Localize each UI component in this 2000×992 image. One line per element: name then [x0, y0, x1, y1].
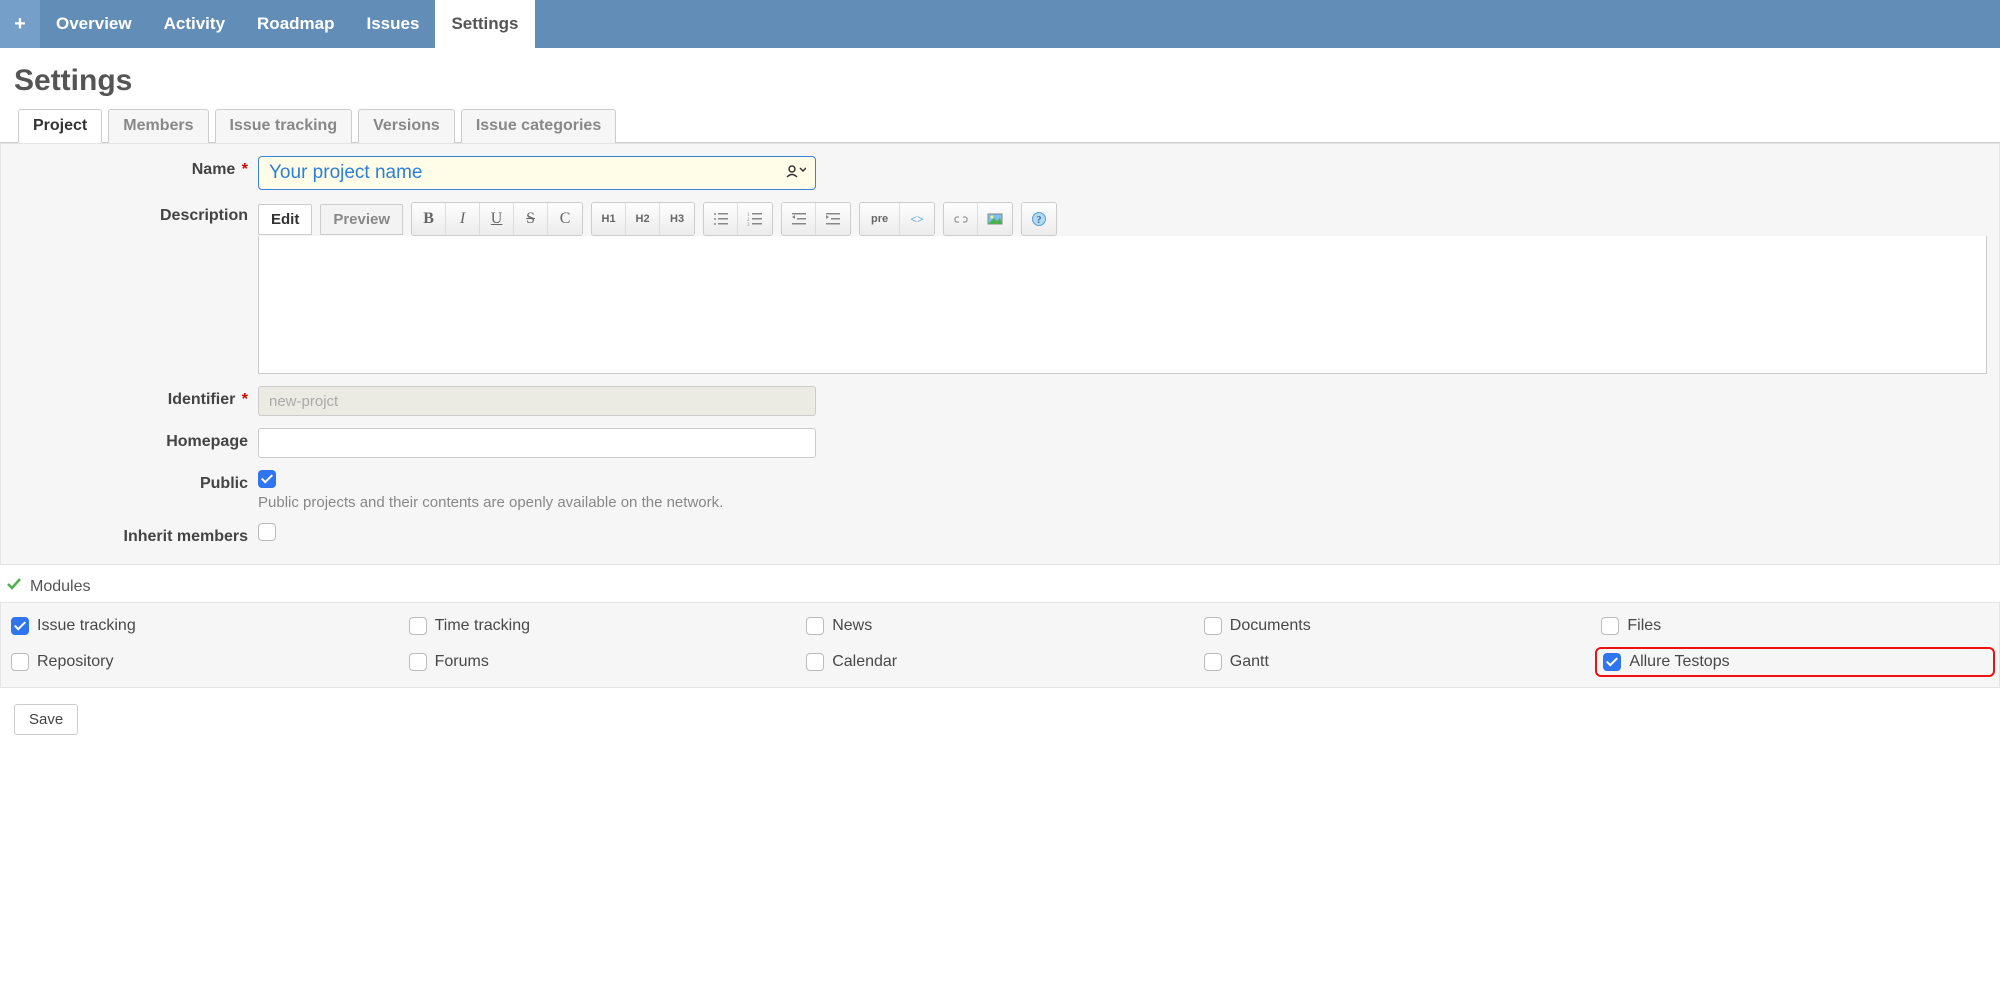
image-button[interactable] — [978, 203, 1012, 235]
module-repository-checkbox[interactable] — [11, 653, 29, 671]
module-repository[interactable]: Repository — [11, 651, 399, 673]
identifier-input[interactable] — [258, 386, 816, 416]
ul-button[interactable] — [704, 203, 738, 235]
module-time-tracking-checkbox[interactable] — [409, 617, 427, 635]
nav-settings[interactable]: Settings — [435, 0, 534, 48]
nav-activity[interactable]: Activity — [148, 0, 241, 48]
name-label: Name * — [13, 156, 258, 179]
module-issue-tracking[interactable]: Issue tracking — [11, 617, 399, 635]
public-checkbox[interactable] — [258, 470, 276, 488]
tab-issue-categories[interactable]: Issue categories — [461, 109, 616, 143]
module-forums[interactable]: Forums — [409, 651, 797, 673]
module-gantt[interactable]: Gantt — [1204, 651, 1592, 673]
module-allure-testops[interactable]: Allure Testops — [1595, 647, 1995, 677]
help-button[interactable]: ? — [1022, 203, 1056, 235]
svg-text:?: ? — [1037, 215, 1042, 226]
module-allure-testops-checkbox[interactable] — [1603, 653, 1621, 671]
new-project-button[interactable]: + — [0, 0, 40, 48]
nav-overview[interactable]: Overview — [40, 0, 148, 48]
module-calendar-checkbox[interactable] — [806, 653, 824, 671]
inherit-members-label: Inherit members — [13, 523, 258, 546]
name-input[interactable] — [258, 156, 816, 190]
strike-button[interactable]: S — [514, 203, 548, 235]
ol-button[interactable]: 123 — [738, 203, 772, 235]
link-button[interactable] — [944, 203, 978, 235]
settings-subtabs: Project Members Issue tracking Versions … — [0, 108, 2000, 143]
svg-text:3: 3 — [747, 223, 750, 227]
module-issue-tracking-checkbox[interactable] — [11, 617, 29, 635]
homepage-label: Homepage — [13, 428, 258, 451]
h2-button[interactable]: H2 — [626, 203, 660, 235]
modules-header[interactable]: Modules — [0, 565, 2000, 602]
module-files[interactable]: Files — [1601, 617, 1989, 635]
pre-button[interactable]: pre — [860, 203, 900, 235]
module-news[interactable]: News — [806, 617, 1194, 635]
indent-button[interactable] — [816, 203, 850, 235]
module-calendar[interactable]: Calendar — [806, 651, 1194, 673]
save-button[interactable]: Save — [14, 704, 78, 735]
homepage-input[interactable] — [258, 428, 816, 458]
nav-roadmap[interactable]: Roadmap — [241, 0, 350, 48]
module-news-checkbox[interactable] — [806, 617, 824, 635]
code-button[interactable]: C — [548, 203, 582, 235]
toggle-all-icon — [6, 577, 22, 596]
editor-preview-tab[interactable]: Preview — [320, 204, 403, 235]
module-documents[interactable]: Documents — [1204, 617, 1592, 635]
h1-button[interactable]: H1 — [592, 203, 626, 235]
code-inline-button[interactable]: <> — [900, 203, 934, 235]
underline-button[interactable]: U — [480, 203, 514, 235]
h3-button[interactable]: H3 — [660, 203, 694, 235]
inherit-members-checkbox[interactable] — [258, 523, 276, 541]
project-form-panel: Name * Description Edit Preview B I U S — [0, 143, 2000, 565]
italic-button[interactable]: I — [446, 203, 480, 235]
module-gantt-checkbox[interactable] — [1204, 653, 1222, 671]
outdent-button[interactable] — [782, 203, 816, 235]
nav-issues[interactable]: Issues — [351, 0, 436, 48]
editor-edit-tab[interactable]: Edit — [258, 204, 312, 235]
module-forums-checkbox[interactable] — [409, 653, 427, 671]
description-label: Description — [13, 202, 258, 225]
tab-project[interactable]: Project — [18, 109, 102, 143]
tab-members[interactable]: Members — [108, 109, 208, 143]
module-files-checkbox[interactable] — [1601, 617, 1619, 635]
tab-issue-tracking[interactable]: Issue tracking — [215, 109, 353, 143]
top-nav: + Overview Activity Roadmap Issues Setti… — [0, 0, 2000, 48]
public-label: Public — [13, 470, 258, 493]
identifier-label: Identifier * — [13, 386, 258, 409]
module-time-tracking[interactable]: Time tracking — [409, 617, 797, 635]
page-title: Settings — [0, 48, 2000, 108]
bold-button[interactable]: B — [412, 203, 446, 235]
tab-versions[interactable]: Versions — [358, 109, 455, 143]
module-documents-checkbox[interactable] — [1204, 617, 1222, 635]
modules-title: Modules — [30, 578, 90, 596]
description-textarea[interactable] — [258, 236, 1987, 374]
modules-grid: Issue tracking Time tracking News Docume… — [0, 602, 2000, 688]
public-hint: Public projects and their contents are o… — [258, 494, 723, 511]
